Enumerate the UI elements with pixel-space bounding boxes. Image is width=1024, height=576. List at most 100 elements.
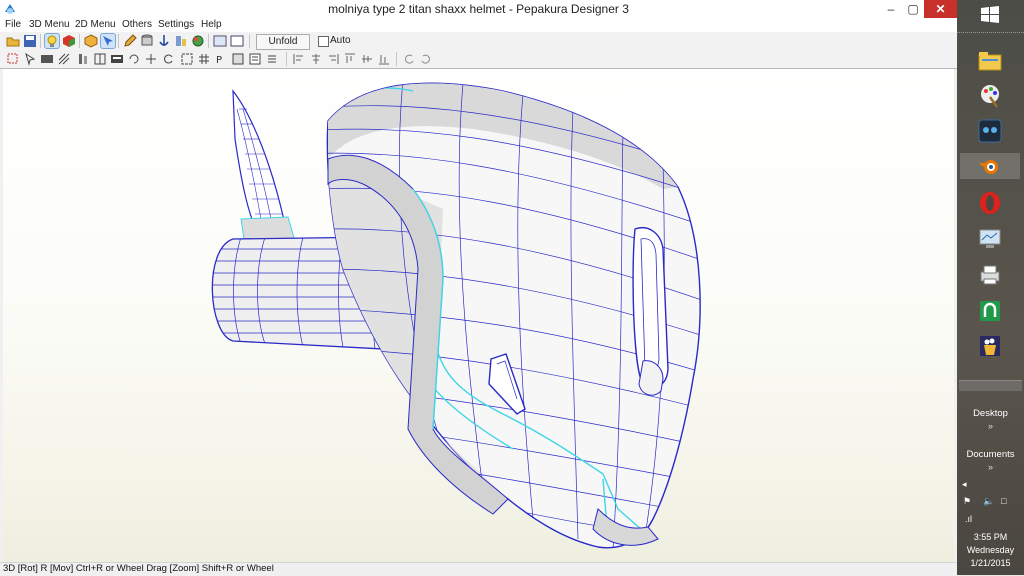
- tray-expand-icon[interactable]: ◂: [962, 479, 967, 490]
- folder-icon: [978, 52, 1002, 71]
- desktop-toolbar-label[interactable]: Desktop: [957, 408, 1024, 419]
- rotate-left-icon[interactable]: [402, 52, 416, 66]
- printer-icon: [980, 265, 1000, 285]
- helmet-head: [326, 82, 701, 549]
- menu-file[interactable]: File: [5, 19, 21, 30]
- align-center-icon[interactable]: [309, 52, 323, 66]
- close-button[interactable]: ✕: [924, 0, 957, 18]
- title-bar[interactable]: molniya type 2 titan shaxx helmet - Pepa…: [0, 0, 957, 19]
- minimize-button[interactable]: –: [880, 0, 902, 18]
- move-part-icon[interactable]: [144, 52, 158, 66]
- helmet-horn: [232, 89, 296, 246]
- windows-start-icon[interactable]: [973, 3, 1007, 27]
- lightbulb-icon[interactable]: [44, 33, 60, 49]
- menu-settings[interactable]: Settings: [158, 19, 194, 30]
- blender-icon: [979, 160, 998, 174]
- menu-2d[interactable]: 2D Menu: [75, 19, 116, 30]
- anchor-icon[interactable]: [157, 34, 171, 48]
- edge-tool-icon[interactable]: [174, 34, 188, 48]
- auto-label: Auto: [330, 35, 351, 46]
- toolbar-separator: [40, 34, 41, 48]
- open-folder-icon[interactable]: [6, 34, 20, 48]
- unfold-button[interactable]: Unfold: [256, 34, 310, 50]
- rotate-right-icon[interactable]: [419, 52, 433, 66]
- helmet-3d-model[interactable]: [3, 69, 954, 562]
- pepakura-window: molniya type 2 titan shaxx helmet - Pepa…: [0, 0, 957, 576]
- list-icon[interactable]: [265, 52, 279, 66]
- p-edit-icon[interactable]: P: [214, 52, 228, 66]
- menu-help[interactable]: Help: [201, 19, 222, 30]
- taskbar-file-explorer[interactable]: [977, 48, 1003, 74]
- toolbar-separator: [396, 52, 397, 66]
- panel-icon[interactable]: [213, 34, 227, 48]
- toolbar-separator: [249, 34, 250, 48]
- toolbar-separator: [118, 34, 119, 48]
- frame-icon[interactable]: [180, 52, 194, 66]
- edit-toolbar: P: [0, 51, 957, 69]
- taskbar-opera[interactable]: [977, 190, 1003, 216]
- toolbar-separator: [79, 34, 80, 48]
- align-right-icon[interactable]: [326, 52, 340, 66]
- select-arrow-icon[interactable]: [100, 33, 116, 49]
- 3d-viewport[interactable]: [3, 69, 954, 562]
- toolbar-separator: [286, 52, 287, 66]
- green-app-icon: [980, 301, 1000, 321]
- taskbar-printer-app[interactable]: [977, 262, 1003, 288]
- opera-icon: [980, 192, 1000, 214]
- save-icon[interactable]: [23, 34, 37, 48]
- clock-day[interactable]: Wednesday: [957, 545, 1024, 555]
- print-preview-icon[interactable]: [248, 52, 262, 66]
- network-icon[interactable]: □: [1001, 496, 1006, 506]
- hatch-icon[interactable]: [57, 52, 71, 66]
- signal-icon[interactable]: .ıl: [965, 514, 972, 524]
- windows-taskbar: Desktop » Documents » ◂ ⚑ 🔈 □ .ıl 3:55 P…: [957, 0, 1024, 575]
- shaded-cube-icon[interactable]: [84, 34, 98, 48]
- documents-toolbar-label[interactable]: Documents: [957, 449, 1024, 460]
- card-icon[interactable]: [110, 52, 124, 66]
- action-center-flag-icon[interactable]: ⚑: [963, 496, 971, 507]
- taskbar-popcorn-app[interactable]: [977, 333, 1003, 359]
- taskbar-paint[interactable]: [977, 83, 1003, 109]
- taskbar-grip: [957, 32, 1024, 37]
- taskbar-scroll-strip[interactable]: [959, 380, 1022, 391]
- align-top-icon[interactable]: [343, 52, 357, 66]
- main-toolbar: Unfold Auto: [0, 32, 957, 52]
- refresh-icon[interactable]: [161, 52, 175, 66]
- cylinder-icon[interactable]: [140, 34, 154, 48]
- popcorn-icon: [980, 336, 1000, 356]
- texture-cube-icon[interactable]: [62, 34, 76, 48]
- status-bar: 3D [Rot] R [Mov] Ctrl+R or Wheel Drag [Z…: [0, 562, 957, 576]
- align-left-icon[interactable]: [292, 52, 306, 66]
- status-text: 3D [Rot] R [Mov] Ctrl+R or Wheel Drag [Z…: [3, 563, 274, 574]
- menu-bar: File 3D Menu 2D Menu Others Settings Hel…: [0, 18, 957, 32]
- clock-time[interactable]: 3:55 PM: [957, 532, 1024, 542]
- clock-date[interactable]: 1/21/2015: [957, 558, 1024, 568]
- layout-icon[interactable]: [231, 52, 245, 66]
- taskbar-game-app[interactable]: [977, 118, 1003, 144]
- rotate-part-icon[interactable]: [127, 52, 141, 66]
- maximize-button[interactable]: ▢: [902, 0, 924, 18]
- toolbar-separator: [208, 34, 209, 48]
- volume-icon[interactable]: 🔈: [983, 496, 994, 507]
- select-box-icon[interactable]: [6, 52, 20, 66]
- menu-3d[interactable]: 3D Menu: [29, 19, 70, 30]
- pointer-icon[interactable]: [23, 52, 37, 66]
- join-icon[interactable]: [93, 52, 107, 66]
- globe-icon[interactable]: [191, 34, 205, 48]
- align-bottom-icon[interactable]: [377, 52, 391, 66]
- menu-others[interactable]: Others: [122, 19, 152, 30]
- flap-icon[interactable]: [76, 52, 90, 66]
- align-middle-icon[interactable]: [360, 52, 374, 66]
- pencil-icon[interactable]: [123, 34, 137, 48]
- taskbar-green-app[interactable]: [977, 298, 1003, 324]
- auto-checkbox[interactable]: [318, 36, 329, 47]
- taskbar-blender[interactable]: [960, 153, 1020, 179]
- window-icon[interactable]: [230, 34, 244, 48]
- desktop-chevron-icon[interactable]: »: [957, 421, 1024, 431]
- paint-palette-icon: [981, 85, 999, 108]
- image-icon[interactable]: [40, 52, 54, 66]
- documents-chevron-icon[interactable]: »: [957, 462, 1024, 472]
- monitor-icon: [979, 229, 1001, 248]
- grid-icon[interactable]: [197, 52, 211, 66]
- taskbar-monitor-app[interactable]: [977, 226, 1003, 252]
